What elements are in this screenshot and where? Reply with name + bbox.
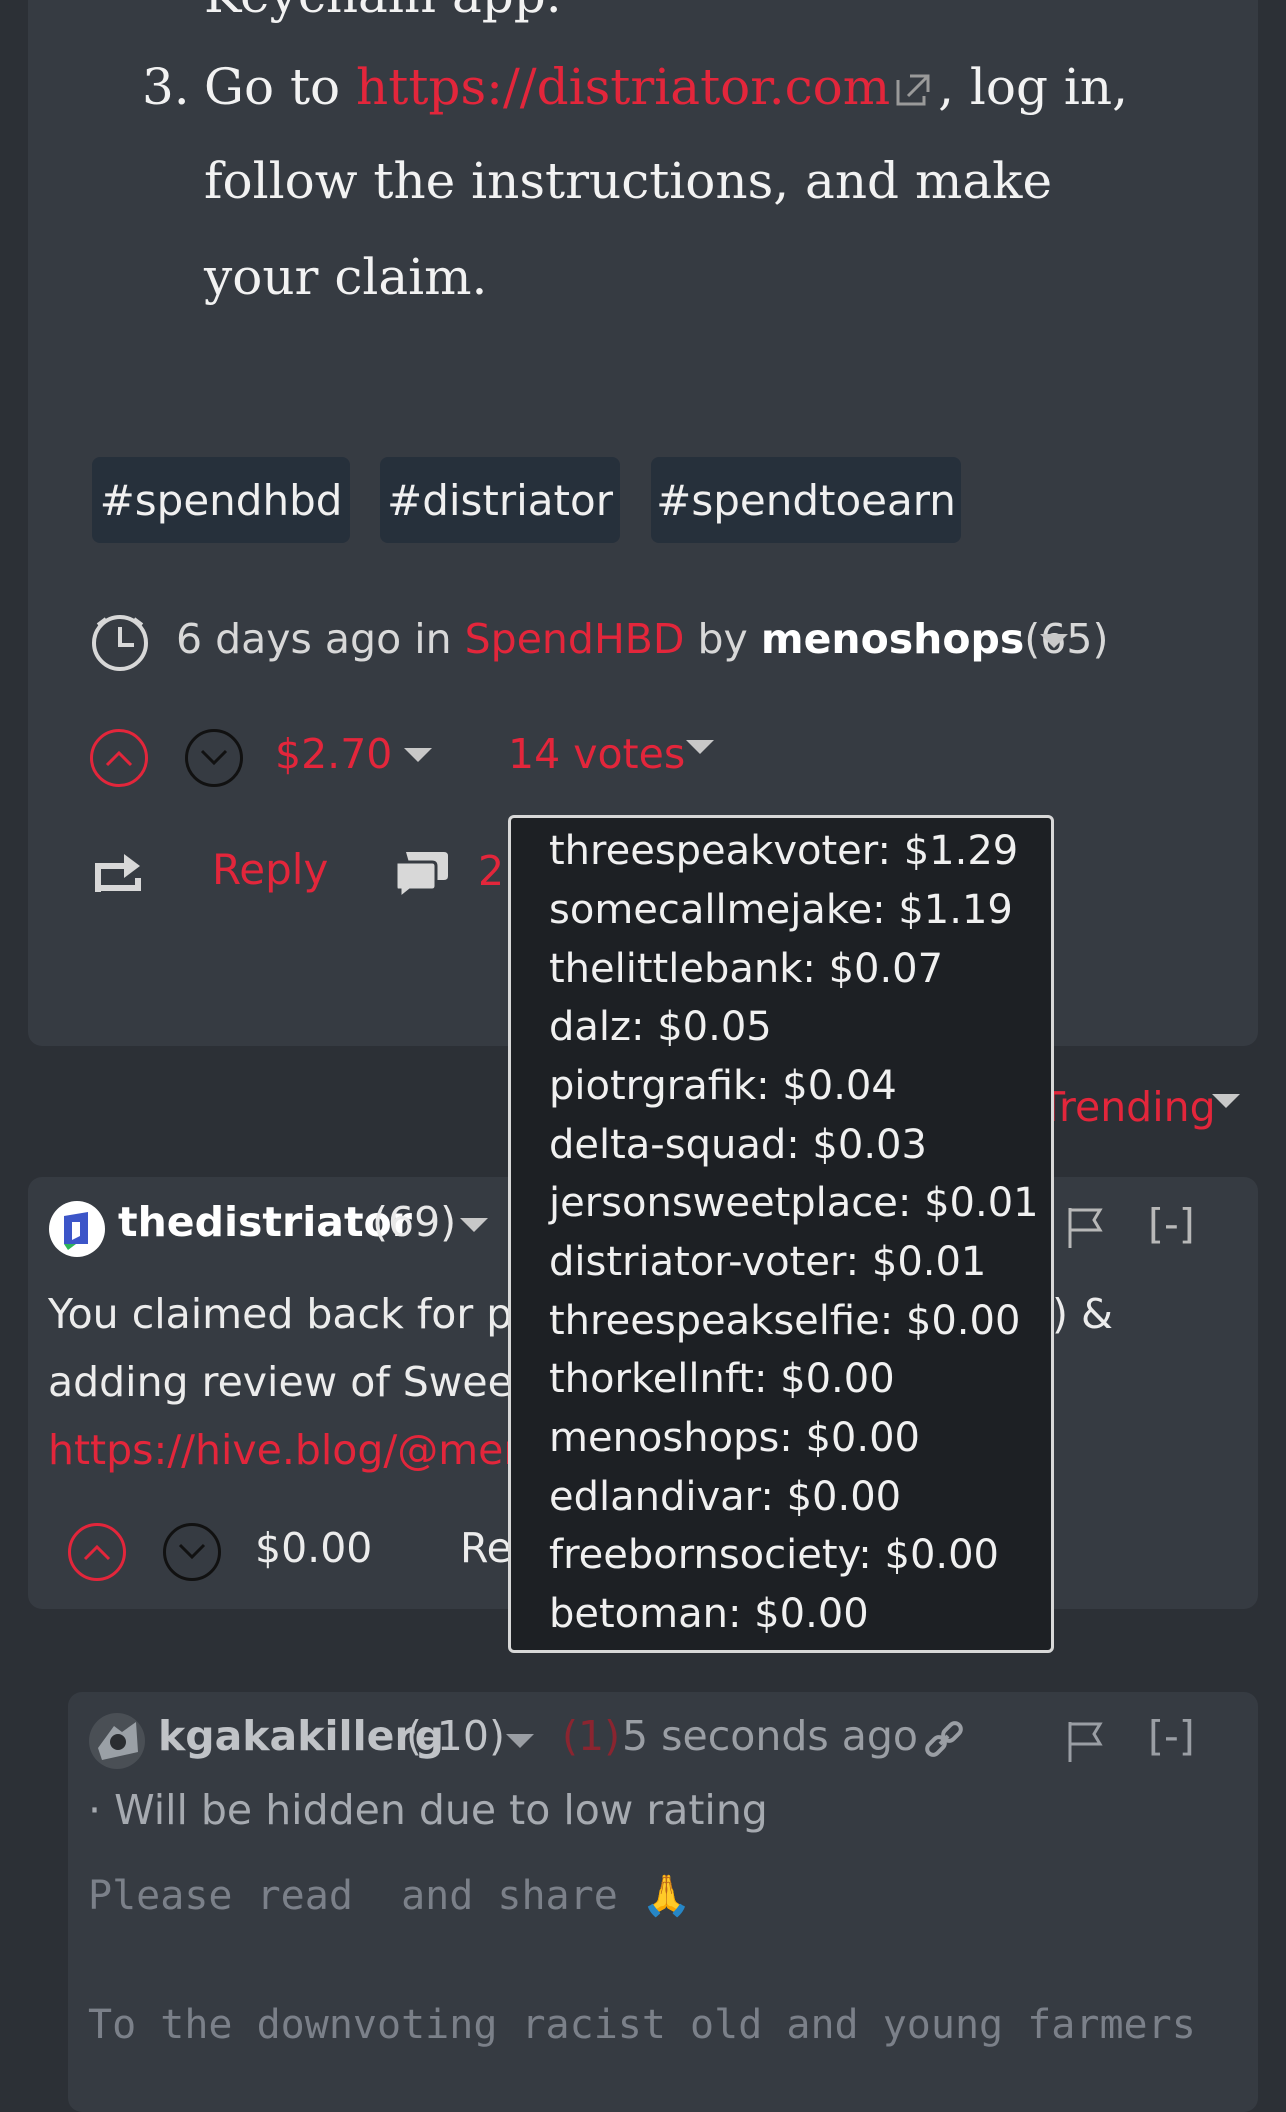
flag-icon[interactable] [1066, 1206, 1104, 1254]
step-text-after: , log in, [938, 58, 1128, 116]
step-line-1: Go to https://distriator.com , log in, [204, 58, 1128, 120]
reply-collapse-button[interactable]: [-] [1148, 1712, 1195, 1760]
upvote-button[interactable] [90, 729, 148, 787]
post-meta: 6 days ago in SpendHBD by menoshops(65) [176, 615, 1108, 663]
voter-item: somecallmejake: $1.19 [549, 887, 1013, 933]
votes-dropdown-icon[interactable] [686, 740, 714, 754]
avatar[interactable] [48, 1200, 106, 1262]
comment-reply-button[interactable]: Re [460, 1524, 512, 1572]
voter-item: dalz: $0.05 [549, 1004, 772, 1050]
tag-distriator[interactable]: #distriator [380, 457, 620, 543]
reply-author-dropdown-icon[interactable] [506, 1734, 534, 1748]
voter-item: betoman: $0.00 [549, 1591, 869, 1637]
comment-count[interactable]: 2 [478, 847, 504, 895]
comment-author[interactable]: thedistriator [118, 1198, 412, 1246]
comment-link[interactable]: https://hive.blog/@men [48, 1426, 529, 1474]
voter-item: menoshops: $0.00 [549, 1415, 920, 1461]
reply-time: 5 seconds ago [622, 1712, 918, 1760]
payout-dropdown-icon[interactable] [404, 748, 432, 762]
comment-body-line-1-end: ) & [1052, 1290, 1113, 1338]
chevron-down-icon [200, 749, 228, 766]
reply-reputation: (-10) [406, 1712, 505, 1760]
comments-icon[interactable] [392, 848, 450, 904]
distriator-link[interactable]: https://distriator.com [356, 58, 890, 116]
tag-spendhbd[interactable]: #spendhbd [92, 457, 350, 543]
comment-payout[interactable]: $0.00 [255, 1524, 372, 1572]
step-text-before: Go to [204, 58, 341, 116]
voters-tooltip: threespeakvoter: $1.29 somecallmejake: $… [508, 815, 1054, 1653]
comment-upvote-button[interactable] [68, 1523, 126, 1581]
comment-body-line-1-start: You claimed back for pay [48, 1290, 562, 1338]
voter-item: edlandivar: $0.00 [549, 1474, 902, 1520]
chevron-up-icon [83, 1544, 111, 1561]
voter-item: delta-squad: $0.03 [549, 1122, 927, 1168]
post-in-label: in [414, 615, 452, 663]
comment-reputation: (69) [372, 1198, 457, 1246]
reblog-icon[interactable] [94, 848, 146, 898]
author-link[interactable]: menoshops [761, 615, 1024, 663]
sort-dropdown-icon[interactable] [1212, 1094, 1240, 1108]
reply-body-line-1: Please read and share 🙏 [88, 1873, 692, 1919]
reply-button[interactable]: Reply [212, 845, 328, 894]
reply-flag-icon[interactable] [1066, 1720, 1104, 1768]
comment-author-dropdown-icon[interactable] [460, 1218, 488, 1232]
step-number: 3. [142, 58, 190, 116]
post-payout[interactable]: $2.70 [275, 730, 392, 778]
sort-dropdown[interactable]: Trending [1040, 1083, 1216, 1131]
step-line-3: your claim. [204, 248, 488, 306]
collapse-button[interactable]: [-] [1148, 1200, 1195, 1248]
votes-count[interactable]: 14 votes [508, 730, 685, 778]
author-dropdown-icon[interactable] [1040, 634, 1068, 648]
hidden-note: · Will be hidden due to low rating [88, 1786, 768, 1834]
clipped-line: Keychain app. [204, 0, 562, 24]
voter-item: threespeakvoter: $1.29 [549, 828, 1019, 874]
reply-avatar[interactable] [88, 1712, 146, 1774]
downvote-button[interactable] [185, 729, 243, 787]
voter-item: jersonsweetplace: $0.01 [549, 1180, 1039, 1226]
voter-item: thelittlebank: $0.07 [549, 946, 944, 992]
chevron-down-icon [178, 1543, 206, 1560]
reply-author[interactable]: kgakakillerg [158, 1712, 444, 1760]
voter-item: piotrgrafik: $0.04 [549, 1063, 897, 1109]
comment-downvote-button[interactable] [163, 1523, 221, 1581]
tag-spendtoearn[interactable]: #spendtoearn [651, 457, 961, 543]
reply-body-line-2: To the downvoting racist old and young f… [88, 2002, 1196, 2048]
step-line-2: follow the instructions, and make [204, 152, 1053, 210]
external-link-icon [894, 62, 934, 120]
chevron-up-icon [105, 750, 133, 767]
clock-icon [90, 613, 150, 677]
voter-item: thorkellnft: $0.00 [549, 1356, 895, 1402]
comment-body-line-2: adding review of Sweet S [48, 1358, 568, 1406]
community-link[interactable]: SpendHBD [465, 615, 685, 663]
post-time: 6 days ago [176, 615, 402, 663]
voter-item: freebornsociety: $0.00 [549, 1532, 999, 1578]
voter-item: threespeakselfie: $0.00 [549, 1298, 1021, 1344]
voter-item: distriator-voter: $0.01 [549, 1239, 987, 1285]
permalink-icon[interactable] [922, 1718, 966, 1766]
reply-flag-count: (1) [562, 1712, 621, 1760]
post-by-label: by [697, 615, 748, 663]
